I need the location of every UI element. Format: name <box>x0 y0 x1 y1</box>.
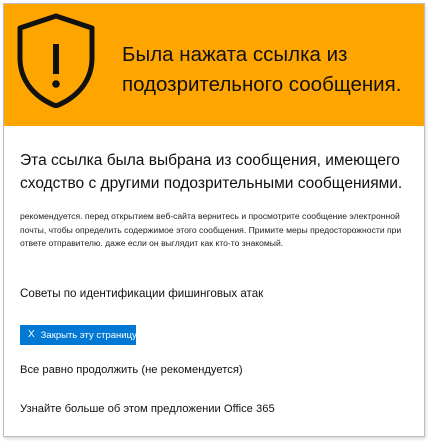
continue-anyway-link[interactable]: Все равно продолжить (не рекомендуется) <box>20 364 243 376</box>
warning-description: рекомендуется. перед открытием веб-сайта… <box>20 211 402 248</box>
warning-banner: Была нажата ссылка из подозрительного со… <box>4 4 424 126</box>
banner-title: Была нажата ссылка из подозрительного со… <box>122 43 402 96</box>
close-icon: X <box>28 329 35 340</box>
warning-page: Была нажата ссылка из подозрительного со… <box>3 3 425 437</box>
shield-warning-icon <box>17 13 95 108</box>
learn-more-link[interactable]: Узнайте больше об этом предложении Offic… <box>20 403 275 415</box>
close-page-button-label: Закрыть эту страницу <box>40 329 136 341</box>
close-page-button[interactable]: X Закрыть эту страницу <box>20 325 136 345</box>
page-headline: Эта ссылка была выбрана из сообщения, им… <box>20 152 403 192</box>
phishing-tips-link[interactable]: Советы по идентификации фишинговых атак <box>20 287 263 300</box>
